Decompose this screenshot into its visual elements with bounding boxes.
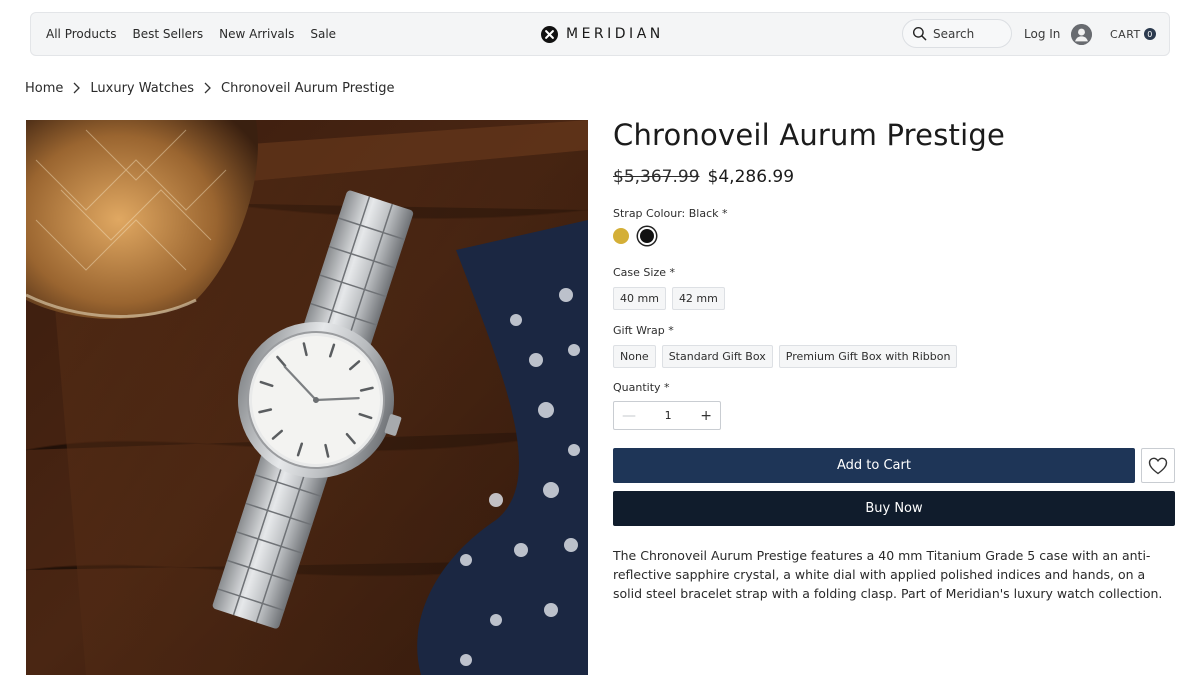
sale-price: $4,286.99 (707, 167, 795, 187)
gift-wrap-options: None Standard Gift Box Premium Gift Box … (613, 345, 958, 368)
case-size-40mm[interactable]: 40 mm (613, 287, 666, 310)
buy-now-button[interactable]: Buy Now (613, 491, 1175, 526)
plus-icon[interactable]: + (700, 408, 712, 424)
case-size-options: 40 mm 42 mm (613, 287, 725, 310)
nav-link-new-arrivals[interactable]: New Arrivals (219, 27, 294, 41)
nav-link-all-products[interactable]: All Products (46, 27, 117, 41)
cart-label: CART (1110, 27, 1141, 41)
case-size-42mm[interactable]: 42 mm (671, 287, 725, 310)
cart-count-badge: 0 (1143, 28, 1156, 40)
case-size-label: Case Size * (613, 266, 675, 279)
search-box[interactable]: Search (902, 19, 1012, 48)
breadcrumb: Home Luxury Watches Chronoveil Aurum Pre… (25, 78, 394, 98)
strap-colour-label: Strap Colour: Black * (613, 207, 728, 220)
product-image (26, 120, 588, 675)
login-label: Log In (1024, 27, 1061, 41)
minus-icon[interactable]: — (622, 408, 636, 424)
meridian-x-logo-icon (541, 25, 558, 43)
gift-wrap-label: Gift Wrap * (613, 324, 674, 337)
gift-wrap-standard[interactable]: Standard Gift Box (661, 345, 773, 368)
chevron-right-icon (204, 82, 211, 94)
breadcrumb-home[interactable]: Home (25, 81, 63, 96)
quantity-label: Quantity * (613, 381, 670, 394)
search-placeholder: Search (933, 26, 975, 41)
swatch-gold[interactable] (613, 228, 629, 244)
primary-nav: All Products Best Sellers New Arrivals S… (46, 13, 336, 55)
chevron-right-icon (73, 82, 81, 94)
price-row: $5,367.99 $4,286.99 (613, 167, 794, 187)
cart-link[interactable]: CART 0 (1110, 13, 1156, 55)
gift-wrap-premium[interactable]: Premium Gift Box with Ribbon (778, 345, 958, 368)
strap-colour-options (613, 228, 654, 244)
top-nav-bar: All Products Best Sellers New Arrivals S… (30, 12, 1170, 56)
search-icon (912, 26, 927, 41)
swatch-black[interactable] (640, 229, 654, 243)
gift-wrap-none[interactable]: None (613, 345, 656, 368)
product-description: The Chronoveil Aurum Prestige features a… (613, 548, 1163, 601)
brand-logo[interactable]: MERIDIAN (541, 13, 664, 55)
brand-name: MERIDIAN (566, 26, 664, 42)
nav-link-sale[interactable]: Sale (310, 27, 336, 41)
heart-icon (1148, 457, 1168, 474)
product-title: Chronoveil Aurum Prestige (613, 118, 1005, 152)
add-to-cart-button[interactable]: Add to Cart (613, 448, 1135, 483)
breadcrumb-luxury-watches[interactable]: Luxury Watches (90, 81, 194, 96)
user-avatar-icon (1071, 23, 1093, 45)
quantity-stepper: — 1 + (613, 401, 721, 430)
quantity-value[interactable]: 1 (665, 409, 672, 422)
login-link[interactable]: Log In (1024, 13, 1093, 55)
wishlist-button[interactable] (1141, 448, 1175, 483)
breadcrumb-current: Chronoveil Aurum Prestige (221, 80, 395, 96)
original-price: $5,367.99 (613, 167, 700, 187)
nav-link-best-sellers[interactable]: Best Sellers (133, 27, 204, 41)
